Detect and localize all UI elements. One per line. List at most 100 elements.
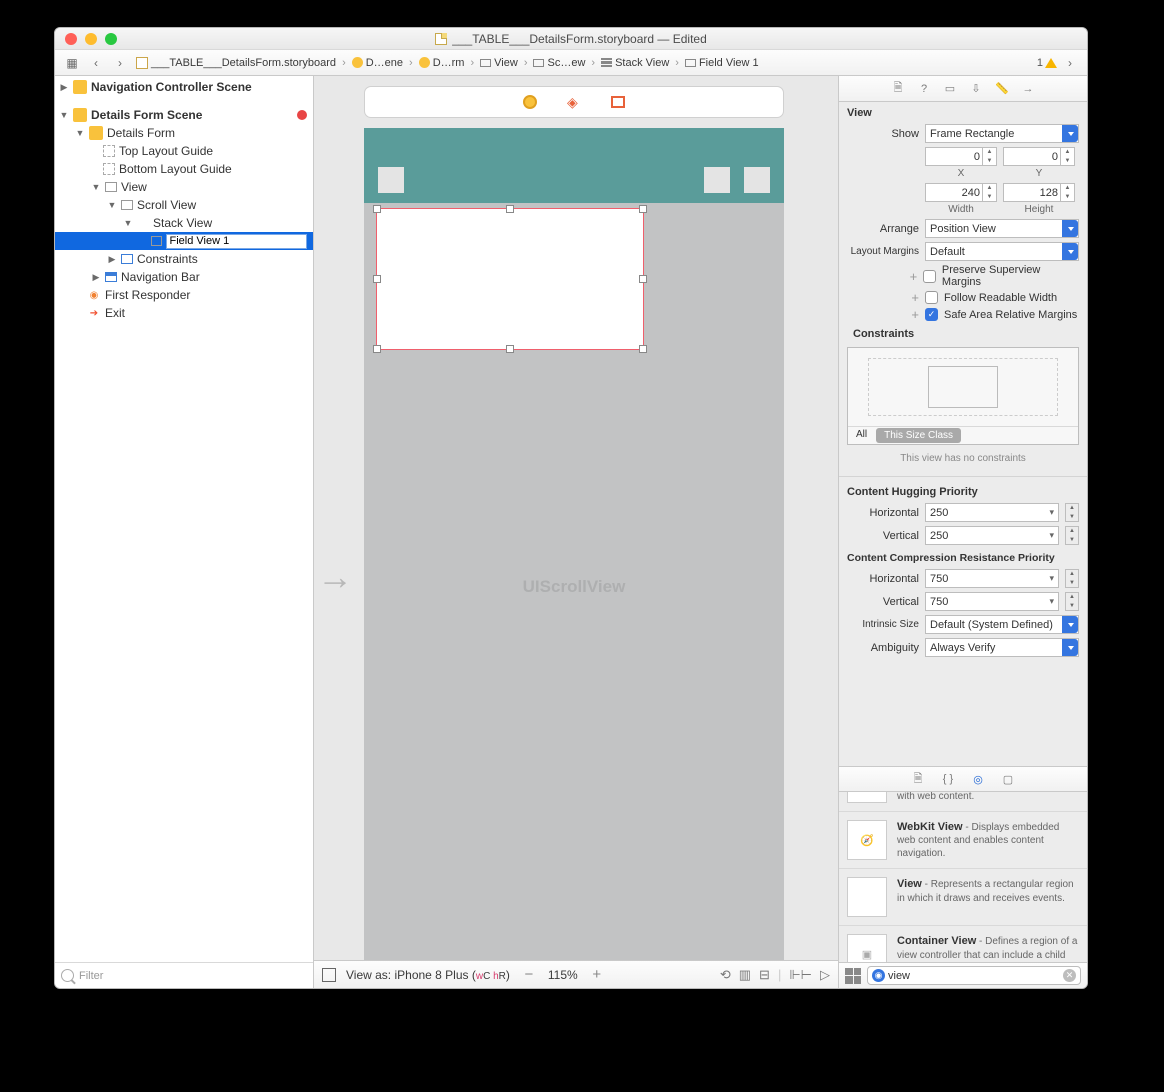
disclosure-icon[interactable]: [107, 254, 117, 265]
resize-handle[interactable]: [639, 345, 647, 353]
constraints-diagram[interactable]: All This Size Class: [847, 347, 1079, 445]
warning-icon[interactable]: [1045, 58, 1057, 68]
disclosure-icon[interactable]: [59, 82, 69, 93]
code-snippet-tab-icon[interactable]: { }: [938, 770, 958, 788]
resize-handle[interactable]: [639, 275, 647, 283]
disclosure-icon[interactable]: [75, 128, 85, 138]
resize-handle[interactable]: [373, 345, 381, 353]
next-issue-icon[interactable]: ›: [1059, 54, 1081, 72]
readable-width-checkbox[interactable]: [925, 291, 938, 304]
rename-field[interactable]: [166, 234, 307, 249]
disclosure-icon[interactable]: [59, 110, 69, 120]
outline-item[interactable]: Scroll View: [137, 198, 196, 212]
outline-item[interactable]: Exit: [105, 306, 125, 320]
embed-in-icon[interactable]: ▥: [739, 967, 751, 983]
connections-inspector-tab-icon[interactable]: →: [1018, 80, 1038, 98]
resize-handle[interactable]: [639, 205, 647, 213]
object-library-tab-icon[interactable]: ◎: [968, 770, 988, 788]
library-item[interactable]: View - Represents a rectangular region i…: [839, 869, 1087, 926]
related-items-icon[interactable]: ▦: [61, 54, 83, 72]
toggle-outline-icon[interactable]: [322, 968, 336, 982]
filter-placeholder[interactable]: Filter: [79, 970, 103, 982]
field-view-selected[interactable]: [376, 208, 644, 350]
minimize-icon[interactable]: [85, 33, 97, 45]
zoom-out-button[interactable]: −: [520, 966, 538, 984]
scroll-view-canvas[interactable]: UIScrollView: [376, 258, 772, 916]
file-template-tab-icon[interactable]: 🗎: [908, 770, 928, 788]
compression-h-field[interactable]: 750: [925, 569, 1059, 588]
outline-item[interactable]: Constraints: [137, 252, 198, 266]
library-item[interactable]: 🧭 WebKit View - Displays embedded web co…: [839, 812, 1087, 869]
pin-icon[interactable]: ⊩⊢: [789, 967, 812, 983]
y-field[interactable]: 0▲▼: [1003, 147, 1075, 166]
safe-area-checkbox[interactable]: ✓: [925, 308, 938, 321]
resize-handle[interactable]: [506, 345, 514, 353]
align-icon[interactable]: ⊟: [759, 967, 770, 983]
library-search-field[interactable]: ◉ view ✕: [867, 966, 1081, 985]
arrange-select[interactable]: Position View: [925, 219, 1079, 238]
canvas-body[interactable]: → ◈ UIScrollView: [314, 76, 838, 960]
width-field[interactable]: 240▲▼: [925, 183, 997, 202]
exit-dock-icon[interactable]: [611, 96, 625, 108]
size-inspector-tab-icon[interactable]: 📏: [992, 80, 1012, 98]
header-button-placeholder[interactable]: [704, 167, 730, 193]
preserve-margins-checkbox[interactable]: [923, 270, 936, 283]
x-field[interactable]: 0▲▼: [925, 147, 997, 166]
resize-handle[interactable]: [373, 275, 381, 283]
outline-item[interactable]: View: [121, 180, 147, 194]
disclosure-icon[interactable]: [91, 182, 101, 192]
outline-item[interactable]: Stack View: [153, 216, 212, 230]
library-item[interactable]: with web content.: [839, 792, 1087, 812]
scene-dock[interactable]: ◈: [364, 86, 784, 118]
zoom-icon[interactable]: [105, 33, 117, 45]
resize-handle[interactable]: [506, 205, 514, 213]
view-as-label[interactable]: View as: iPhone 8 Plus (wC hR): [346, 968, 510, 982]
disclosure-icon[interactable]: [91, 272, 101, 283]
outline-item[interactable]: Navigation Controller Scene: [91, 80, 252, 94]
compression-v-field[interactable]: 750: [925, 592, 1059, 611]
constraints-all-tab[interactable]: All: [848, 427, 875, 444]
header-image-placeholder[interactable]: [378, 167, 404, 193]
resolve-issues-icon[interactable]: ▷: [820, 967, 830, 983]
grid-view-icon[interactable]: [845, 968, 861, 984]
attributes-inspector-tab-icon[interactable]: ⇩: [966, 80, 986, 98]
disclosure-icon[interactable]: [123, 218, 133, 228]
viewcontroller-dock-icon[interactable]: [523, 95, 537, 109]
clear-search-icon[interactable]: ✕: [1063, 969, 1076, 982]
zoom-level[interactable]: 115%: [548, 968, 578, 982]
add-margin-icon[interactable]: +: [847, 307, 919, 322]
outline-item[interactable]: Details Form: [107, 126, 175, 140]
file-inspector-tab-icon[interactable]: 🗎: [888, 80, 908, 98]
help-inspector-tab-icon[interactable]: ?: [914, 80, 934, 98]
identity-inspector-tab-icon[interactable]: ▭: [940, 80, 960, 98]
object-library[interactable]: with web content. 🧭 WebKit View - Displa…: [839, 792, 1087, 962]
add-margin-icon[interactable]: +: [847, 290, 919, 305]
margins-select[interactable]: Default: [925, 242, 1079, 261]
jump-bar[interactable]: ___TABLE___DetailsForm.storyboard D…ene …: [133, 57, 768, 69]
outline-item-selected[interactable]: [55, 232, 313, 250]
outline-item[interactable]: Bottom Layout Guide: [119, 162, 232, 176]
disclosure-icon[interactable]: [107, 200, 117, 210]
hugging-h-field[interactable]: 250: [925, 503, 1059, 522]
intrinsic-select[interactable]: Default (System Defined): [925, 615, 1079, 634]
back-icon[interactable]: ‹: [85, 54, 107, 72]
forward-icon[interactable]: ›: [109, 54, 131, 72]
resize-handle[interactable]: [373, 205, 381, 213]
show-select[interactable]: Frame Rectangle: [925, 124, 1079, 143]
update-frames-icon[interactable]: ⟲: [720, 967, 731, 983]
ambiguity-select[interactable]: Always Verify: [925, 638, 1079, 657]
constraints-sizeclass-tab[interactable]: This Size Class: [876, 428, 961, 443]
library-item[interactable]: ▣ Container View - Defines a region of a…: [839, 926, 1087, 962]
first-responder-dock-icon[interactable]: ◈: [567, 95, 581, 109]
zoom-in-button[interactable]: +: [588, 966, 606, 984]
media-library-tab-icon[interactable]: ▢: [998, 770, 1018, 788]
outline-item[interactable]: Details Form Scene: [91, 108, 202, 122]
outline-item[interactable]: Top Layout Guide: [119, 144, 213, 158]
outline-item[interactable]: First Responder: [105, 288, 190, 302]
search-scope-icon[interactable]: ◉: [872, 969, 885, 982]
height-field[interactable]: 128▲▼: [1003, 183, 1075, 202]
error-indicator-icon[interactable]: [297, 110, 307, 120]
header-view[interactable]: [364, 128, 784, 203]
filter-icon[interactable]: [61, 969, 74, 982]
header-button-placeholder[interactable]: [744, 167, 770, 193]
